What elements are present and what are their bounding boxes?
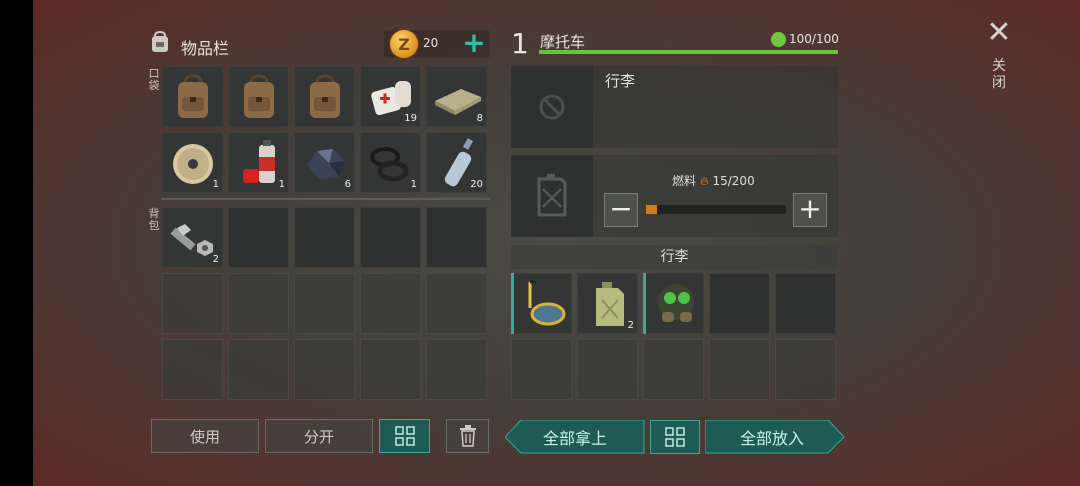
cargo-label: 行李	[605, 72, 636, 90]
pocket-slot[interactable]: 1	[162, 132, 223, 193]
trash-icon	[459, 425, 476, 447]
flame-icon: 🔥︎	[699, 174, 709, 188]
backpack-slot[interactable]	[228, 273, 289, 334]
fuel-label: 燃料 🔥︎ 15/200	[672, 172, 755, 189]
backpack-slot[interactable]	[228, 339, 289, 400]
backpack-slot[interactable]	[426, 339, 487, 400]
item-count: 1	[212, 179, 219, 190]
item-count: 20	[470, 179, 483, 190]
pocket-slot[interactable]: 19	[360, 66, 421, 127]
luggage-sort-button[interactable]	[650, 420, 700, 454]
fuel-increase-button[interactable]: +	[793, 193, 827, 227]
backpack-slot[interactable]	[360, 273, 421, 334]
gas-mask-icon	[658, 284, 694, 322]
close-icon[interactable]: ✕	[986, 18, 1012, 48]
add-coins-button[interactable]: +	[461, 29, 487, 58]
luggage-slot[interactable]	[643, 339, 704, 400]
backpack-slot[interactable]	[294, 207, 355, 268]
fuel-slot[interactable]	[511, 155, 593, 237]
sort-grid-button[interactable]	[379, 419, 430, 453]
item-count: 8	[476, 113, 483, 124]
backpack-slot[interactable]	[360, 339, 421, 400]
vehicle-hp-bar	[539, 50, 838, 54]
inventory-title: 物品栏	[181, 39, 230, 58]
luggage-slot[interactable]	[511, 339, 572, 400]
trash-button[interactable]	[446, 419, 489, 453]
backpack-slot[interactable]	[162, 339, 223, 400]
pocket-slot[interactable]: 1	[228, 132, 289, 193]
pocket-slot[interactable]: 20	[426, 132, 487, 193]
pocket-divider	[161, 198, 490, 200]
pocket-slot[interactable]	[228, 66, 289, 127]
backpack-slot[interactable]	[426, 273, 487, 334]
luggage-slot[interactable]	[709, 339, 770, 400]
vehicle-name: 摩托车	[540, 33, 586, 51]
vehicle-number: 1	[511, 27, 529, 60]
backpack-icon	[310, 74, 340, 118]
item-count: 19	[404, 113, 417, 124]
luggage-accent-bar	[643, 273, 646, 334]
backpack-icon	[244, 74, 274, 118]
backpack-label: 背包	[148, 207, 160, 232]
put-all-button[interactable]: 全部放入	[705, 420, 839, 454]
luggage-slot[interactable]: 2	[577, 273, 638, 334]
pocket-slot[interactable]	[294, 66, 355, 127]
backpack-header-icon	[152, 30, 168, 52]
vehicle-slot-empty[interactable]	[511, 66, 593, 148]
coin-icon: Z	[390, 30, 418, 58]
item-count: 2	[627, 320, 634, 331]
backpack-slot[interactable]	[162, 273, 223, 334]
backpack-slot[interactable]	[294, 339, 355, 400]
item-count: 1	[410, 179, 417, 190]
grid-icon	[665, 427, 685, 447]
luggage-slot[interactable]	[511, 273, 572, 334]
pocket-label: 口袋	[148, 67, 160, 92]
item-count: 2	[212, 254, 219, 265]
backpack-slot[interactable]: 2	[162, 207, 223, 268]
luggage-slot[interactable]	[643, 273, 704, 334]
luggage-header: 行李	[511, 245, 838, 269]
vehicle-hp: 100/100	[789, 32, 839, 46]
snorkel-mask-icon	[528, 280, 566, 326]
screen-notch	[0, 0, 33, 486]
fuel-decrease-button[interactable]: −	[604, 193, 638, 227]
split-button[interactable]: 分开	[265, 419, 373, 453]
backpack-slot[interactable]	[228, 207, 289, 268]
item-count: 6	[344, 179, 351, 190]
fuel-label-text: 燃料	[672, 174, 697, 188]
pocket-slot[interactable]: 6	[294, 132, 355, 193]
luggage-slot[interactable]	[577, 339, 638, 400]
luggage-slot[interactable]	[709, 273, 770, 334]
wrench-icon	[771, 32, 786, 47]
luggage-slot[interactable]	[775, 339, 836, 400]
fuel-fill	[646, 205, 657, 214]
fuel-value: 15/200	[712, 174, 755, 188]
backpack-icon	[178, 74, 208, 118]
blocked-icon	[539, 94, 565, 120]
coin-count: 20	[423, 36, 439, 50]
backpack-slot[interactable]	[426, 207, 487, 268]
grid-icon	[394, 426, 415, 446]
luggage-slot[interactable]	[775, 273, 836, 334]
pocket-slot[interactable]	[162, 66, 223, 127]
item-count: 1	[278, 179, 285, 190]
backpack-slot[interactable]	[360, 207, 421, 268]
close-label[interactable]: 关闭	[991, 58, 1007, 92]
backpack-slot[interactable]	[294, 273, 355, 334]
luggage-accent-bar	[511, 273, 514, 334]
pocket-slot[interactable]: 1	[360, 132, 421, 193]
jerrycan-slot-icon	[537, 174, 567, 217]
fuel-track[interactable]	[646, 205, 786, 214]
take-all-button[interactable]: 全部拿上	[505, 420, 645, 454]
pocket-slot[interactable]: 8	[426, 66, 487, 127]
use-button[interactable]: 使用	[151, 419, 259, 453]
